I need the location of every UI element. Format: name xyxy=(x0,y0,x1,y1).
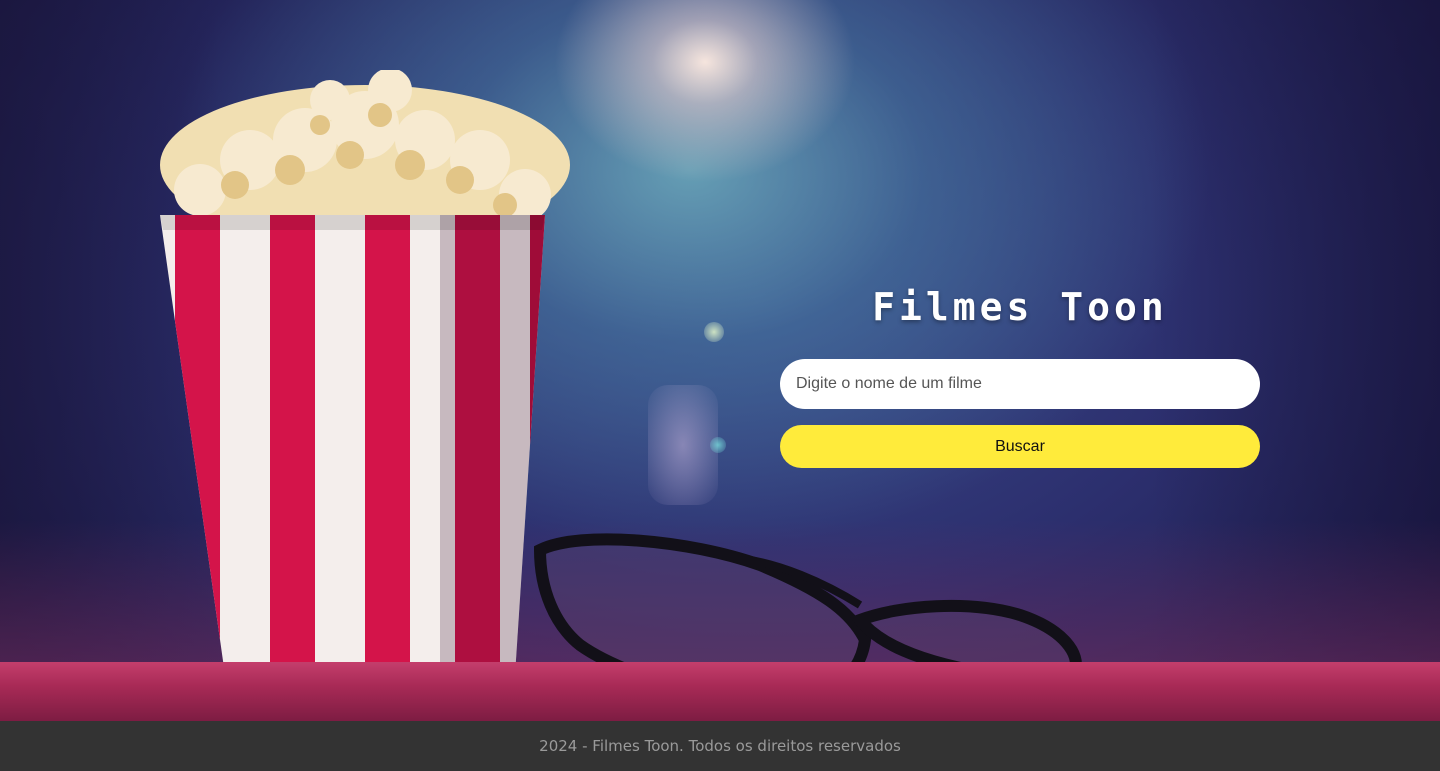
search-button[interactable]: Buscar xyxy=(780,425,1260,468)
search-panel: Filmes Toon Buscar xyxy=(780,284,1260,468)
bokeh-light xyxy=(710,437,726,453)
popcorn-box-illustration xyxy=(160,70,570,675)
cinema-seat xyxy=(0,662,1440,721)
footer: 2024 - Filmes Toon. Todos os direitos re… xyxy=(0,721,1440,771)
page-title: Filmes Toon xyxy=(872,285,1168,329)
bokeh-light xyxy=(648,385,718,505)
search-input[interactable] xyxy=(780,359,1260,409)
copyright-text: 2024 - Filmes Toon. Todos os direitos re… xyxy=(539,737,901,755)
bokeh-light xyxy=(704,322,724,342)
